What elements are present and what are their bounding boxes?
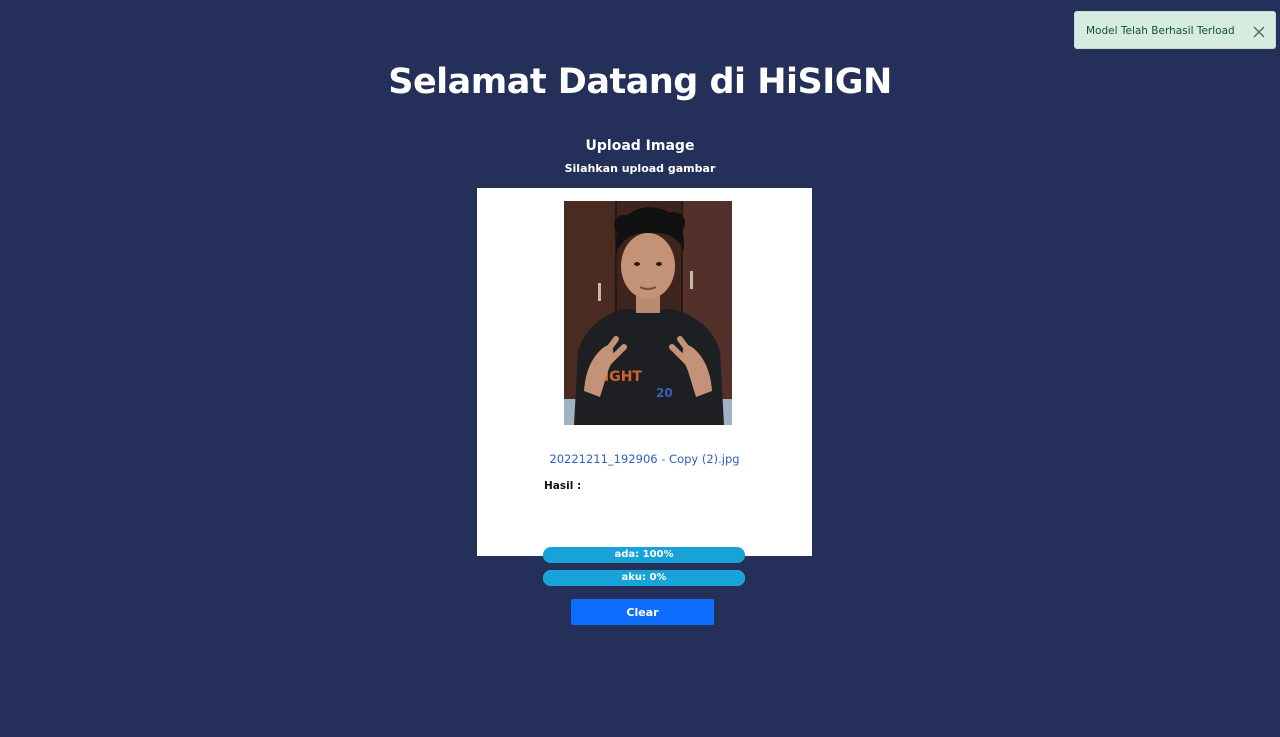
page-title: Selamat Datang di HiSIGN (388, 62, 892, 102)
svg-text:IGHT: IGHT (604, 369, 642, 385)
close-icon[interactable] (1252, 24, 1266, 38)
prediction-bar-ada: ada: 100% (543, 547, 745, 563)
clear-button[interactable]: Clear (571, 599, 714, 625)
prediction-bar-aku: aku: 0% (543, 570, 745, 586)
prediction-label: ada: 100% (614, 549, 674, 560)
prediction-label: aku: 0% (621, 572, 667, 583)
upload-card[interactable]: IGHT 20 20221211_192906 - Copy (2).jpg H… (477, 188, 812, 556)
success-toast: Model Telah Berhasil Terload (1074, 11, 1276, 49)
result-label: Hasil : (544, 480, 582, 492)
upload-instruction: Silahkan upload gambar (564, 162, 716, 175)
uploaded-filename: 20221211_192906 - Copy (2).jpg (549, 452, 740, 466)
upload-heading: Upload Image (585, 138, 695, 154)
uploaded-photo: IGHT 20 (564, 201, 732, 425)
svg-text:20: 20 (656, 386, 673, 400)
toast-message: Model Telah Berhasil Terload (1086, 25, 1235, 37)
